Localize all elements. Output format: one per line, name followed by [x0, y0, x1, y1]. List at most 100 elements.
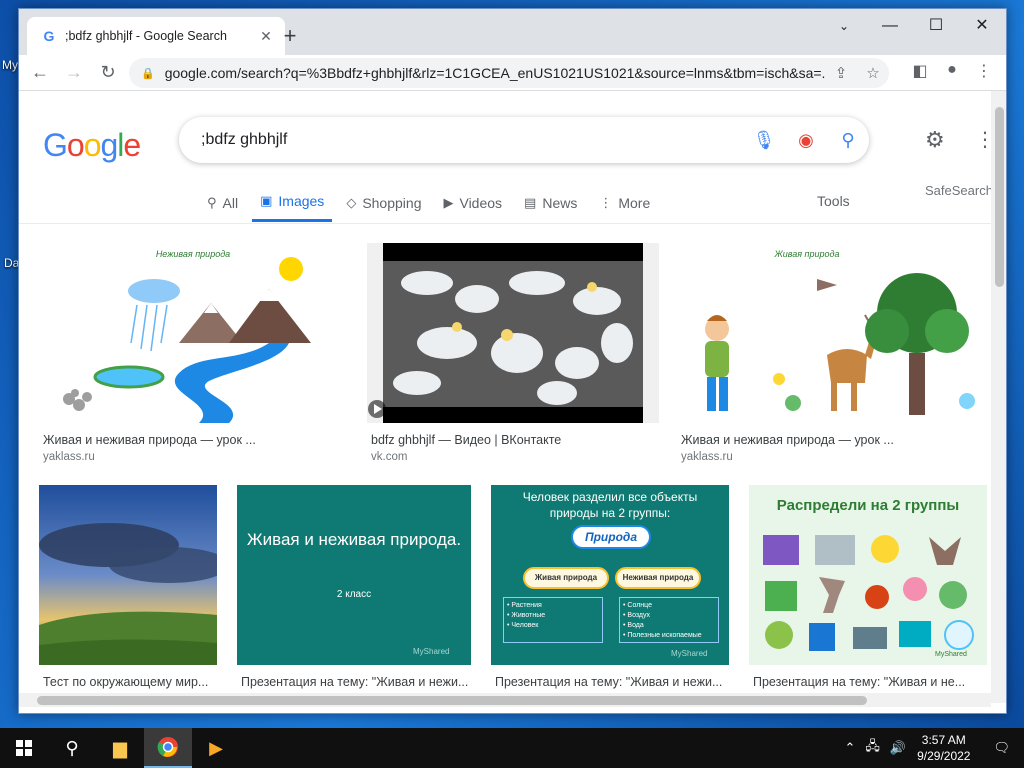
back-button[interactable]: ←	[23, 62, 57, 83]
image-result-card[interactable]: Тест по окружающему мир...	[39, 485, 217, 699]
thumb-subtitle: 2 класс	[336, 589, 372, 600]
share-icon[interactable]: ⇪	[825, 64, 857, 82]
result-caption[interactable]: Тест по окружающему мир...	[43, 675, 215, 689]
windows-start-icon[interactable]	[0, 728, 48, 768]
tab-news[interactable]: ▤ News	[516, 189, 585, 222]
watermark: MyShared	[413, 647, 450, 656]
result-caption[interactable]: Презентация на тему: "Живая и не...	[753, 675, 985, 689]
settings-gear-icon[interactable]: ⚙	[925, 127, 945, 153]
windows-logo-icon	[16, 740, 32, 756]
tab-label: Videos	[459, 194, 503, 211]
search-results-page: Google ;bdfz ghbhjlf 🎙 ◉ ⚲ ⚙ ⋮⋮ ⚲ All ▣ Im…	[19, 91, 991, 703]
tab-all[interactable]: ⚲ All	[199, 189, 246, 222]
tab-label: News	[542, 194, 578, 211]
result-caption[interactable]: bdfz ghbhjlf — Видео | ВКонтакте	[371, 433, 656, 447]
reload-button[interactable]: ↻	[91, 62, 125, 83]
tools-button[interactable]: Tools	[817, 193, 850, 209]
file-explorer-icon[interactable]: ▆	[96, 728, 144, 768]
diagram-right-list: • Солнце • Воздух • Вода • Полезные иско…	[619, 597, 719, 643]
image-result-card[interactable]: Живая и неживая природа. 2 класс MyShare…	[237, 485, 471, 699]
clock-date: 9/29/2022	[917, 749, 971, 763]
media-player-icon[interactable]: ▶	[192, 728, 240, 768]
tab-label: All	[222, 194, 239, 211]
result-thumbnail[interactable]: Неживая природа	[39, 243, 347, 423]
list-item: • Человек	[507, 622, 539, 629]
forward-button[interactable]: →	[57, 62, 91, 83]
close-window-button[interactable]: ✕	[959, 15, 1005, 37]
result-thumbnail[interactable]: Распредели на 2 группы MyShared	[749, 485, 987, 665]
result-source[interactable]: yaklass.ru	[681, 451, 733, 463]
search-taskbar-icon[interactable]: ⚲	[48, 728, 96, 768]
browser-window: G ;bdfz ghbhjlf - Google Search ✕ + ⌄ — …	[18, 8, 1007, 714]
microphone-icon[interactable]: 🎙	[743, 130, 785, 151]
tab-title: ;bdfz ghbhjlf - Google Search	[65, 29, 227, 43]
vertical-scroll-thumb[interactable]	[995, 107, 1004, 287]
browser-toolbar: ← → ↻ 🔒 google.com/search?q=%3Bbdfz+ghbh…	[19, 55, 1006, 91]
image-result-card[interactable]: Человек разделил все объекты природы на …	[491, 485, 729, 699]
menu-kebab-icon[interactable]: ⋮	[969, 61, 999, 81]
desktop-icon-label[interactable]: My	[2, 58, 18, 72]
apps-grid-icon[interactable]: ⋮⋮	[975, 127, 991, 152]
image-result-card[interactable]: Неживая природа Живая и неживая природа …	[39, 243, 347, 473]
tab-images[interactable]: ▣ Images	[252, 189, 333, 222]
gannets-video-image	[368, 243, 643, 423]
search-input[interactable]: ;bdfz ghbhjlf	[201, 131, 743, 149]
result-thumbnail[interactable]: Живая и неживая природа. 2 класс MyShare…	[237, 485, 471, 665]
url-text[interactable]: google.com/search?q=%3Bbdfz+ghbhjlf&rlz=…	[165, 65, 825, 81]
nature-illustration-image: Неживая природа	[63, 249, 311, 423]
minimize-button[interactable]: —	[867, 15, 913, 37]
result-caption[interactable]: Презентация на тему: "Живая и нежи...	[241, 675, 469, 689]
browser-tab[interactable]: G ;bdfz ghbhjlf - Google Search ✕	[27, 17, 285, 55]
search-box[interactable]: ;bdfz ghbhjlf 🎙 ◉ ⚲	[179, 117, 869, 163]
result-caption[interactable]: Живая и неживая природа — урок ...	[43, 433, 343, 447]
tab-search-icon[interactable]: ⌄	[821, 15, 867, 37]
side-panel-icon[interactable]: ◧	[905, 61, 935, 81]
safesearch-button[interactable]: SafeSearch	[925, 183, 991, 198]
tab-strip: G ;bdfz ghbhjlf - Google Search ✕ + ⌄ — …	[19, 9, 1006, 55]
maximize-button[interactable]: ☐	[913, 15, 959, 37]
vertical-scrollbar[interactable]	[991, 91, 1006, 703]
horizontal-scroll-thumb[interactable]	[37, 696, 867, 705]
address-bar[interactable]: 🔒 google.com/search?q=%3Bbdfz+ghbhjlf&rl…	[129, 58, 889, 88]
image-result-card[interactable]: Распредели на 2 группы MyShared Презента…	[749, 485, 987, 699]
result-caption[interactable]: Презентация на тему: "Живая и нежи...	[495, 675, 727, 689]
result-thumbnail[interactable]: Человек разделил все объекты природы на …	[491, 485, 729, 665]
close-tab-icon[interactable]: ✕	[257, 28, 275, 45]
volume-icon[interactable]: 🔊	[890, 740, 906, 756]
result-thumbnail[interactable]: Живая природа	[677, 243, 987, 423]
chevron-up-icon[interactable]: ⌃	[845, 740, 856, 756]
thumb-title: Человек разделил все объекты природы на …	[522, 490, 698, 520]
google-favicon-icon: G	[43, 28, 55, 44]
result-thumbnail[interactable]	[39, 485, 217, 665]
chrome-taskbar-icon[interactable]	[144, 728, 192, 768]
result-thumbnail[interactable]	[367, 243, 659, 423]
image-result-card[interactable]: bdfz ghbhjlf — Видео | ВКонтакте vk.com	[367, 243, 659, 473]
result-source[interactable]: vk.com	[371, 451, 407, 463]
watermark: MyShared	[935, 651, 967, 658]
clock[interactable]: 3:57 AM 9/29/2022	[917, 732, 970, 764]
camera-lens-icon[interactable]: ◉	[785, 130, 827, 151]
lock-icon[interactable]: 🔒	[141, 67, 155, 80]
new-tab-button[interactable]: +	[277, 23, 303, 49]
chrome-icon	[157, 737, 178, 757]
living-nature-illustration-image: Живая природа	[705, 249, 975, 415]
profile-avatar-icon[interactable]: ●	[937, 61, 967, 79]
list-item: • Полезные ископаемые	[623, 632, 702, 639]
image-result-card[interactable]: Живая природа Живая и неживая природа — …	[677, 243, 987, 473]
tab-shopping[interactable]: ◇ Shopping	[338, 189, 429, 222]
notifications-icon[interactable]: 🗨	[993, 740, 1010, 756]
bookmark-star-icon[interactable]: ☆	[857, 64, 889, 82]
result-caption[interactable]: Живая и неживая природа — урок ...	[681, 433, 981, 447]
search-icon[interactable]: ⚲	[827, 130, 869, 151]
horizontal-scrollbar[interactable]	[19, 693, 991, 707]
google-logo[interactable]: Google	[43, 127, 141, 164]
tab-more[interactable]: ⋮ More	[591, 189, 658, 222]
clock-time: 3:57 AM	[921, 733, 966, 747]
result-source[interactable]: yaklass.ru	[43, 451, 95, 463]
tag-icon: ◇	[346, 194, 357, 210]
network-icon[interactable]: 🖧	[865, 737, 880, 759]
diagram-left-list: • Растения • Животные • Человек	[503, 597, 603, 643]
tab-videos[interactable]: ▶ Videos	[435, 189, 510, 222]
tab-label: More	[618, 194, 651, 211]
system-tray: ⌃ 🖧 🔊 3:57 AM 9/29/2022 🗨	[840, 728, 1024, 768]
